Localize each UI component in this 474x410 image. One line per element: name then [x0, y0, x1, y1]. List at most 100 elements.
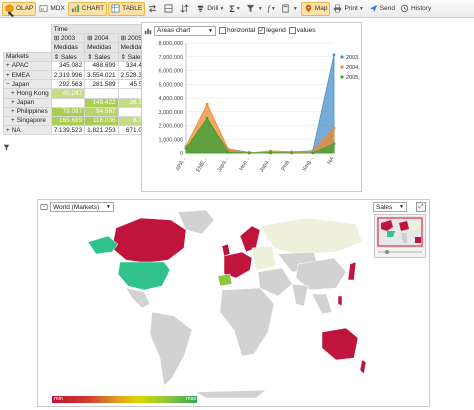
- table-button[interactable]: TABLE: [108, 1, 146, 16]
- legend-swatch: [340, 75, 344, 79]
- expand-icon[interactable]: +: [11, 99, 15, 106]
- markets-header[interactable]: Markets: [3, 51, 52, 62]
- map-south-america[interactable]: [149, 311, 193, 387]
- checkmark-icon: ✓: [258, 27, 266, 34]
- legend-max-label: max: [186, 396, 197, 402]
- sort-button[interactable]: [178, 2, 193, 16]
- chart-button[interactable]: CHART: [67, 1, 108, 16]
- printer-icon: [334, 4, 342, 13]
- row-header-member[interactable]: + Singapore: [3, 115, 52, 127]
- swap-axes-button[interactable]: [146, 2, 161, 16]
- sales-header[interactable]: ⇕ Sales: [84, 51, 119, 62]
- map-fullscreen-icon[interactable]: ⤢: [416, 202, 426, 212]
- map-measure-select[interactable]: Sales ▼: [373, 202, 407, 212]
- filter-button[interactable]: ▼: [244, 2, 265, 16]
- map-canada[interactable]: [111, 217, 187, 264]
- row-header-member[interactable]: + APAC: [3, 60, 52, 71]
- cursor-icon: ⬉: [7, 9, 15, 19]
- map-eastern-europe[interactable]: [251, 245, 277, 271]
- table-cell[interactable]: 79.087: [50, 106, 86, 117]
- map-navigator[interactable]: [374, 214, 426, 258]
- expand-icon[interactable]: +: [11, 108, 15, 115]
- year-label: 2005: [127, 35, 142, 43]
- map-antarctica[interactable]: [195, 389, 267, 398]
- expand-icon[interactable]: +: [6, 72, 10, 79]
- member-label: NA: [11, 126, 21, 134]
- map-uk[interactable]: [221, 243, 231, 257]
- table-cell[interactable]: [84, 88, 119, 99]
- data-point: [184, 147, 188, 150]
- table-cell[interactable]: 94.587: [84, 106, 119, 117]
- table-cell[interactable]: 292.563: [50, 79, 86, 90]
- measures-header: Medidas: [84, 42, 119, 53]
- table-cell[interactable]: 488.699: [84, 60, 119, 71]
- table-cell[interactable]: 3.554.021: [84, 69, 119, 81]
- mdx-button[interactable]: M MDX: [37, 2, 66, 16]
- table-cell[interactable]: 281.589: [84, 79, 119, 90]
- row-header-member[interactable]: + Philippines: [3, 106, 52, 117]
- print-button[interactable]: Print ▼: [331, 2, 365, 16]
- expand-icon[interactable]: +: [6, 127, 10, 134]
- funnel-icon[interactable]: [3, 144, 10, 151]
- row-header-member[interactable]: + NA: [3, 125, 52, 136]
- legend-entry: 2004, Sales: [346, 65, 361, 71]
- horizontal-label: horizontal: [227, 27, 256, 34]
- hide-empty-button[interactable]: [162, 2, 177, 16]
- table-icon: [111, 4, 120, 13]
- map-iberia[interactable]: [217, 273, 233, 287]
- table-cell[interactable]: 116.036: [84, 115, 119, 127]
- row-header-member[interactable]: − Japan: [3, 79, 52, 90]
- minimap-overview[interactable]: [375, 215, 425, 257]
- row-header-member[interactable]: + Hong Kong: [3, 88, 52, 99]
- table-cell[interactable]: 165.689: [50, 115, 86, 127]
- drill-button[interactable]: Drill ▼: [194, 2, 226, 16]
- time-dimension-header[interactable]: Time: [50, 23, 153, 35]
- map-russia[interactable]: [259, 217, 363, 255]
- table-cell[interactable]: 345.082: [50, 60, 86, 71]
- y-tick-label: 8,000,000: [159, 41, 183, 47]
- year-label: 2003: [60, 35, 76, 43]
- map-southeast-asia[interactable]: [311, 293, 333, 315]
- map-new-zealand[interactable]: [359, 359, 366, 375]
- table-cell[interactable]: 7.139.523: [50, 125, 86, 136]
- map-usa[interactable]: [117, 261, 171, 291]
- table-row: + Philippines 79.087 94.587: [3, 106, 153, 117]
- map-alaska[interactable]: [87, 235, 119, 255]
- table-cell[interactable]: 2.319.996: [50, 69, 86, 81]
- map-mexico[interactable]: [125, 287, 151, 309]
- values-checkbox[interactable]: values: [288, 27, 316, 34]
- table-cell[interactable]: 45.247: [50, 88, 86, 99]
- calc-button[interactable]: ▼: [279, 2, 300, 16]
- legend-checkbox[interactable]: ✓ legend: [258, 27, 286, 34]
- table-cell[interactable]: [50, 97, 86, 108]
- collapse-icon[interactable]: −: [6, 81, 10, 88]
- world-map[interactable]: [46, 208, 366, 398]
- map-philippines[interactable]: [337, 295, 343, 307]
- expand-icon[interactable]: +: [6, 62, 10, 69]
- map-japan[interactable]: [347, 261, 357, 281]
- pivot-year-header-row: ⊞ 2003 ⊞ 2004 ⊞ 2005: [3, 33, 153, 44]
- y-tick-label: 2,000,000: [159, 124, 183, 130]
- expand-icon[interactable]: +: [11, 117, 15, 124]
- table-cell[interactable]: 1.821.253: [84, 125, 119, 136]
- sales-header[interactable]: ⇕ Sales: [50, 51, 86, 62]
- send-button[interactable]: Send: [367, 2, 397, 16]
- format-button[interactable]: f ▼: [266, 2, 278, 16]
- member-label: Hong Kong: [16, 89, 49, 97]
- expand-icon[interactable]: +: [11, 90, 15, 97]
- map-button[interactable]: Map: [300, 1, 331, 16]
- table-cell[interactable]: 149.422: [84, 97, 119, 108]
- map-africa[interactable]: [219, 287, 275, 357]
- year-header-2004[interactable]: ⊞ 2004: [84, 33, 119, 44]
- sum-button[interactable]: Σ ▼: [227, 2, 242, 16]
- table-row: + EMEA 2.319.996 3.554.021 2.528.339: [3, 69, 153, 81]
- horizontal-checkbox[interactable]: horizontal: [219, 27, 255, 34]
- map-india[interactable]: [291, 283, 309, 307]
- chart-type-select[interactable]: Areas chart ▼: [154, 25, 216, 36]
- row-header-member[interactable]: + EMEA: [3, 69, 52, 81]
- history-button[interactable]: History: [398, 2, 433, 16]
- year-header-2003[interactable]: ⊞ 2003: [50, 33, 86, 44]
- legend-swatch: [340, 55, 344, 59]
- map-australia[interactable]: [321, 327, 359, 361]
- row-header-member[interactable]: + Japan: [3, 97, 52, 108]
